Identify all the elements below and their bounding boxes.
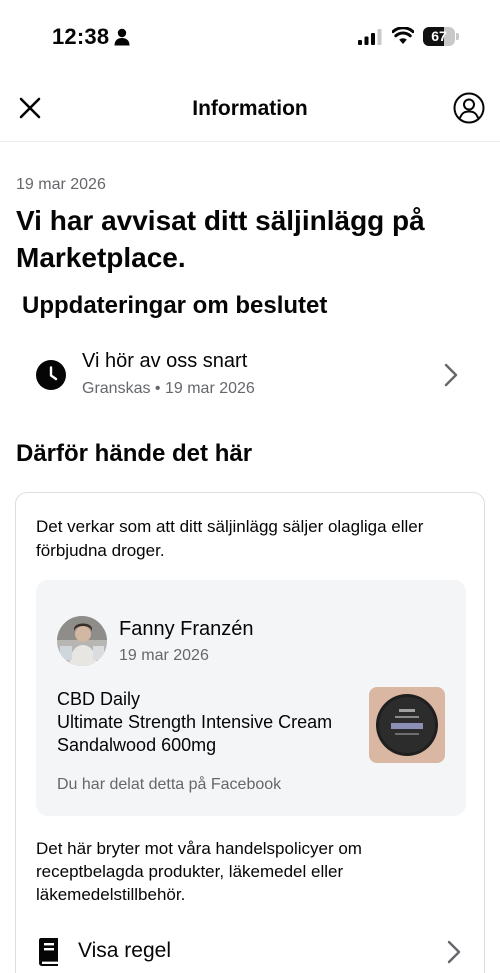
- post-line: CBD Daily: [57, 689, 141, 709]
- updates-heading: Uppdateringar om beslutet: [22, 292, 328, 319]
- view-rule-label: Visa regel: [78, 939, 172, 962]
- update-status: Granskas: [82, 380, 151, 397]
- clock-icon: [36, 360, 66, 390]
- cellular-signal-icon: [358, 29, 382, 45]
- product-image: [369, 687, 445, 763]
- status-time: 12:38: [52, 24, 110, 49]
- page-title: Information: [192, 97, 308, 120]
- update-title: Vi hör av oss snart: [82, 350, 248, 372]
- notice-title: Vi har avvisat ditt säljinlägg på Market…: [16, 205, 425, 273]
- post-line: Sandalwood 600mg: [57, 735, 217, 755]
- battery-tip: [456, 33, 459, 40]
- battery-icon: 67: [423, 27, 459, 46]
- product-photo: [369, 687, 445, 763]
- wifi-icon: [392, 27, 414, 44]
- shared-note: Du har delat detta på Facebook: [57, 776, 282, 793]
- top-nav-bar: Information: [0, 72, 500, 142]
- avatar: [57, 616, 107, 666]
- reason-heading: Därför hände det här: [16, 440, 253, 467]
- view-rule-button[interactable]: Visa regel: [16, 931, 486, 973]
- listing-preview: Fanny Franzén 19 mar 2026 CBD Daily Ulti…: [36, 580, 466, 816]
- decision-update-item[interactable]: Vi hör av oss snart Granskas • 19 mar 20…: [16, 342, 486, 406]
- profile-icon[interactable]: [453, 92, 485, 124]
- update-meta: Granskas • 19 mar 2026: [82, 380, 255, 398]
- reason-card: Det verkar som att ditt säljinlägg sälje…: [15, 492, 485, 973]
- avatar-photo: [57, 616, 107, 666]
- chevron-right-icon: [444, 363, 458, 387]
- chevron-right-icon: [447, 940, 461, 964]
- update-date: 19 mar 2026: [164, 380, 255, 397]
- update-separator: •: [154, 380, 161, 397]
- status-bar: 12:38 67: [0, 0, 500, 72]
- post-date: 19 mar 2026: [119, 647, 209, 664]
- battery-level: 67: [431, 28, 447, 44]
- person-icon: [114, 28, 130, 46]
- policy-explanation: Det här bryter mot våra handelspolicyer …: [36, 839, 362, 904]
- post-text: CBD Daily Ultimate Strength Intensive Cr…: [57, 688, 332, 757]
- book-icon: [39, 938, 58, 966]
- battery-body: 67: [423, 27, 455, 46]
- notice-date: 19 mar 2026: [16, 176, 106, 193]
- reason-intro: Det verkar som att ditt säljinlägg sälje…: [36, 517, 424, 560]
- post-author: Fanny Franzén: [119, 618, 254, 640]
- post-line: Ultimate Strength Intensive Cream: [57, 712, 333, 732]
